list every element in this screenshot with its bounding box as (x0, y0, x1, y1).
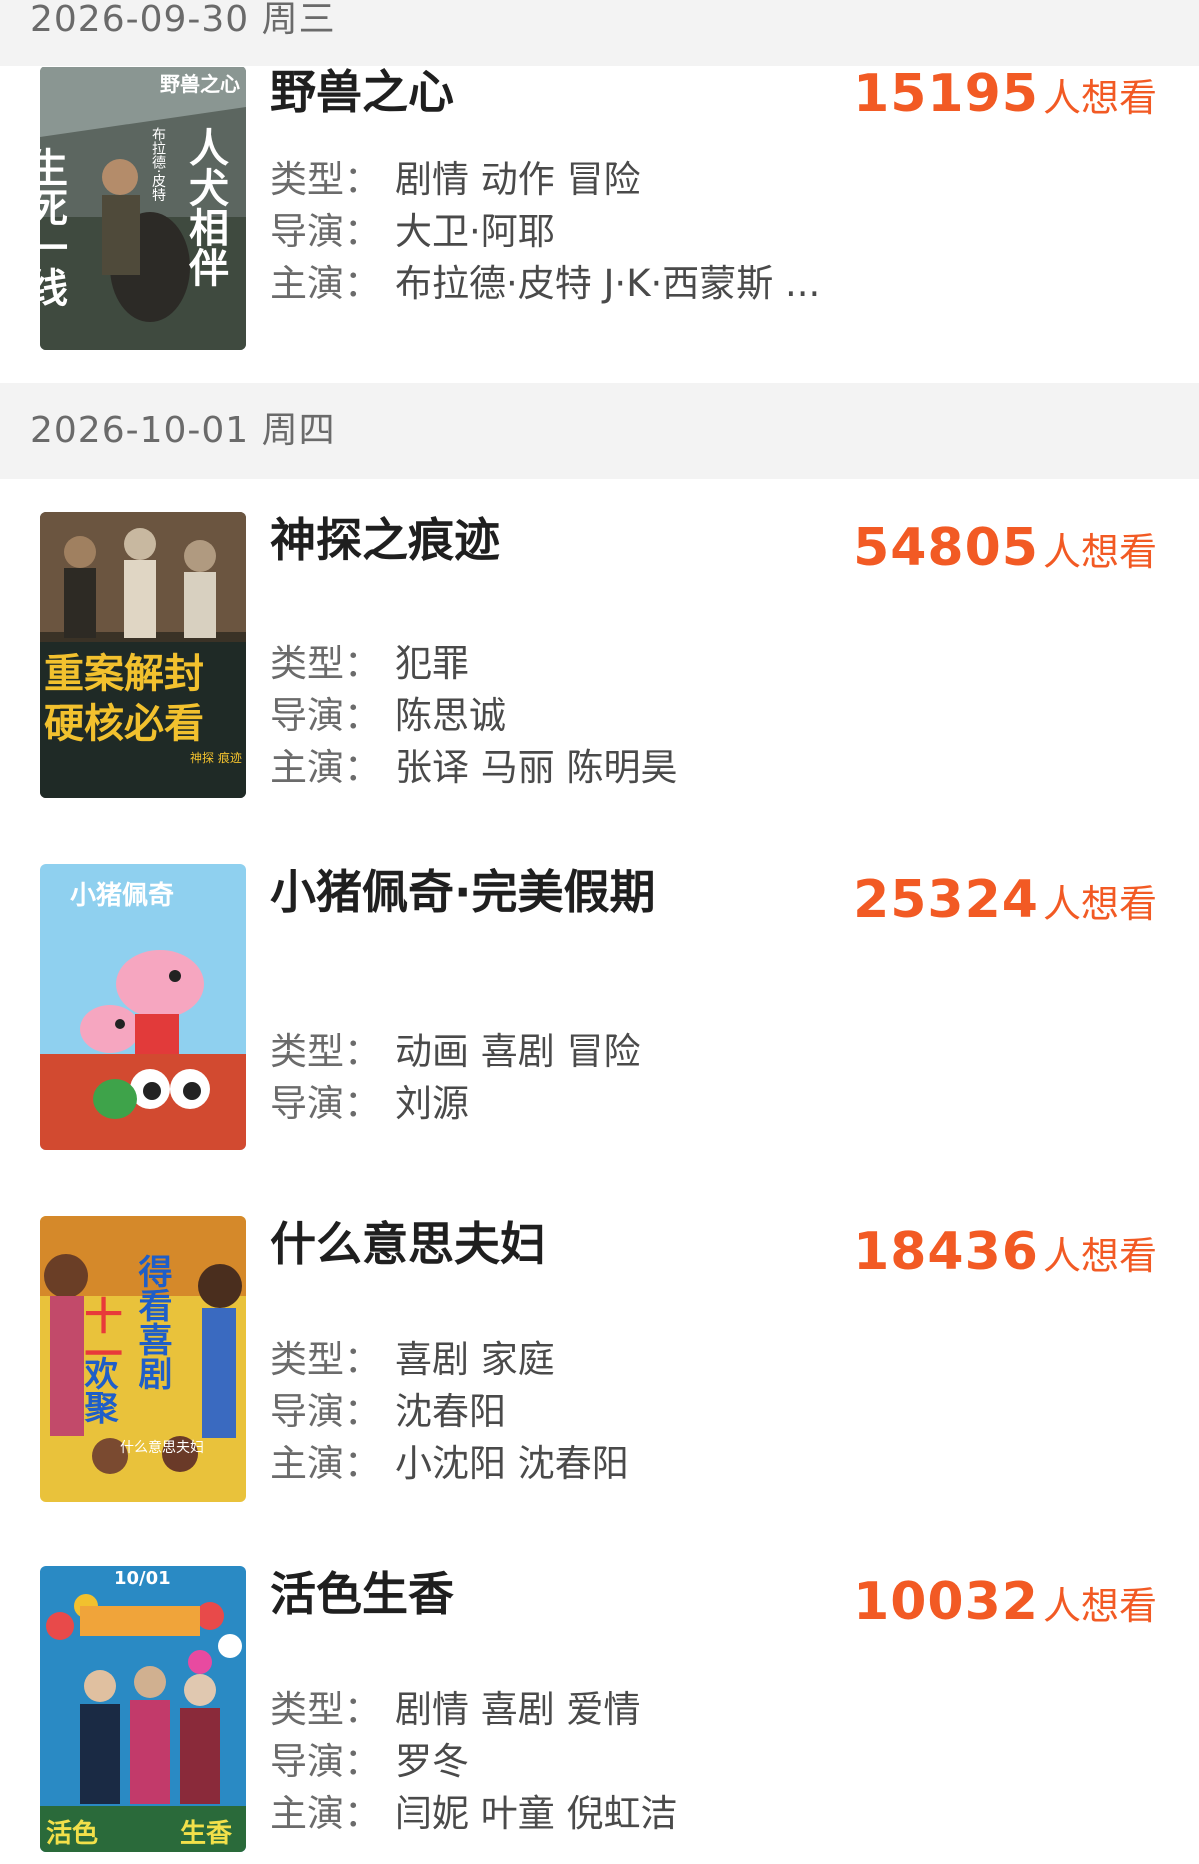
genre-line: 类型： 喜剧 家庭 (270, 1334, 555, 1386)
want-to-see-count: 25324 人想看 (853, 870, 1157, 930)
date-header: 2026-09-30 周三 (0, 0, 1199, 66)
cast-value: 张译 马丽 陈明昊 (395, 746, 678, 789)
director-label: 导演： (270, 1390, 381, 1433)
poster-logo-text: 小猪佩奇 (70, 881, 174, 911)
genre-label: 类型： (270, 1688, 381, 1731)
genre-label: 类型： (270, 1030, 381, 1073)
poster-image: 重案解封 硬核必看 神探 痕迹 (40, 512, 246, 798)
poster-title-text: 生死一线 (40, 147, 68, 307)
movie-poster[interactable]: 生死一线 人犬相伴 野兽之心 布拉德·皮特 (40, 66, 246, 350)
poster-logo-text: 神探 痕迹 (190, 750, 242, 765)
genre-label: 类型： (270, 158, 381, 201)
movie-title[interactable]: 什么意思夫妇 (270, 1216, 546, 1272)
genre-label: 类型： (270, 1338, 381, 1381)
date-label: 2026-10-01 周四 (30, 410, 336, 451)
poster-image: 小猪佩奇 (40, 864, 246, 1150)
genre-value: 剧情 喜剧 爱情 (395, 1688, 641, 1731)
want-count-label: 人想看 (1042, 76, 1157, 120)
cast-value: 闫妮 叶童 倪虹洁 (395, 1792, 678, 1835)
genre-line: 类型： 犯罪 (270, 638, 469, 690)
poster-logo-text: 野兽之心 (160, 72, 240, 96)
director-value: 沈春阳 (395, 1390, 506, 1433)
want-count-number: 10032 (853, 1572, 1039, 1632)
director-value: 刘源 (395, 1082, 469, 1125)
upcoming-movies-page: 2026-09-30 周三 生死一线 人犬相伴 野兽之心 布拉德·皮特 野兽之心… (0, 0, 1199, 1864)
director-value: 陈思诚 (395, 694, 506, 737)
date-label: 2026-09-30 周三 (30, 0, 336, 40)
movie-title[interactable]: 野兽之心 (270, 64, 454, 120)
poster-logo-text: 什么意思夫妇 (120, 1439, 204, 1456)
want-count-label: 人想看 (1042, 1584, 1157, 1628)
director-label: 导演： (270, 210, 381, 253)
poster-date-text: 10/01 (114, 1568, 171, 1589)
movie-title[interactable]: 神探之痕迹 (270, 512, 500, 568)
want-count-number: 15195 (853, 64, 1039, 124)
movie-title[interactable]: 活色生香 (270, 1566, 454, 1622)
genre-line: 类型： 剧情 喜剧 爱情 (270, 1684, 641, 1736)
movie-poster[interactable]: 小猪佩奇 (40, 864, 246, 1150)
movie-poster[interactable]: 重案解封 硬核必看 神探 痕迹 (40, 512, 246, 798)
director-line: 导演： 沈春阳 (270, 1386, 506, 1438)
director-label: 导演： (270, 1740, 381, 1783)
genre-value: 动画 喜剧 冒险 (395, 1030, 641, 1073)
cast-line: 主演： 小沈阳 沈春阳 (270, 1438, 629, 1490)
movie-poster[interactable]: 10/01 活色 生香 (40, 1566, 246, 1852)
cast-label: 主演： (270, 1792, 381, 1835)
genre-label: 类型： (270, 642, 381, 685)
genre-line: 类型： 动画 喜剧 冒险 (270, 1026, 641, 1078)
director-line: 导演： 大卫·阿耶 (270, 206, 555, 258)
poster-text-b: 生香 (180, 1819, 232, 1849)
want-count-label: 人想看 (1042, 530, 1157, 574)
genre-value: 犯罪 (395, 642, 469, 685)
want-to-see-count: 54805 人想看 (853, 518, 1157, 578)
cast-line: 主演： 布拉德·皮特 J·K·西蒙斯 ... (270, 258, 820, 310)
poster-text-c: 得看喜剧 (132, 1254, 173, 1390)
want-count-number: 25324 (853, 870, 1039, 930)
cast-value: 小沈阳 沈春阳 (395, 1442, 629, 1485)
genre-value: 喜剧 家庭 (395, 1338, 555, 1381)
director-line: 导演： 陈思诚 (270, 690, 506, 742)
poster-text-a: 活色 (46, 1818, 98, 1849)
movie-title[interactable]: 小猪佩奇·完美假期 (270, 864, 655, 920)
movie-poster[interactable]: 十一 欢聚 得看喜剧 什么意思夫妇 (40, 1216, 246, 1502)
director-label: 导演： (270, 1082, 381, 1125)
cast-value: 布拉德·皮特 J·K·西蒙斯 ... (395, 262, 821, 305)
poster-headline-text: 重案解封 (44, 651, 204, 697)
cast-label: 主演： (270, 746, 381, 789)
director-value: 大卫·阿耶 (395, 210, 555, 253)
movie-item[interactable]: 重案解封 硬核必看 神探 痕迹 神探之痕迹 54805 人想看 类型： 犯罪 导演：… (0, 512, 1199, 812)
movie-item[interactable]: 小猪佩奇 小猪佩奇·完美假期 25324 人想看 类型： 动画 喜剧 冒险 导演： 刘… (0, 864, 1199, 1164)
want-count-number: 54805 (853, 518, 1039, 578)
want-count-label: 人想看 (1042, 882, 1157, 926)
director-line: 导演： 刘源 (270, 1078, 469, 1130)
poster-tagline-text: 人犬相伴 (182, 127, 230, 287)
date-header: 2026-10-01 周四 (0, 383, 1199, 479)
want-to-see-count: 10032 人想看 (853, 1572, 1157, 1632)
cast-label: 主演： (270, 1442, 381, 1485)
poster-actor-text: 布拉德·皮特 (150, 127, 166, 202)
movie-item[interactable]: 生死一线 人犬相伴 野兽之心 布拉德·皮特 野兽之心 15195 人想看 类型： 剧… (0, 64, 1199, 366)
poster-tagline-text: 硬核必看 (44, 701, 204, 747)
director-value: 罗冬 (395, 1740, 469, 1783)
poster-image: 10/01 活色 生香 (40, 1566, 246, 1852)
director-line: 导演： 罗冬 (270, 1736, 469, 1788)
cast-line: 主演： 闫妮 叶童 倪虹洁 (270, 1788, 678, 1840)
genre-value: 剧情 动作 冒险 (395, 158, 641, 201)
want-to-see-count: 15195 人想看 (853, 64, 1157, 124)
cast-line: 主演： 张译 马丽 陈明昊 (270, 742, 678, 794)
want-count-label: 人想看 (1042, 1234, 1157, 1278)
want-count-number: 18436 (853, 1222, 1039, 1282)
want-to-see-count: 18436 人想看 (853, 1222, 1157, 1282)
movie-item[interactable]: 十一 欢聚 得看喜剧 什么意思夫妇 什么意思夫妇 18436 人想看 类型： 喜剧 … (0, 1216, 1199, 1516)
poster-image: 生死一线 人犬相伴 野兽之心 布拉德·皮特 (40, 67, 246, 350)
poster-image: 十一 欢聚 得看喜剧 什么意思夫妇 (40, 1216, 246, 1502)
poster-text-b: 欢聚 (78, 1356, 119, 1425)
movie-item[interactable]: 10/01 活色 生香 活色生香 10032 人想看 类型： 剧情 喜剧 爱情 导演… (0, 1566, 1199, 1864)
cast-label: 主演： (270, 262, 381, 305)
genre-line: 类型： 剧情 动作 冒险 (270, 154, 641, 206)
director-label: 导演： (270, 694, 381, 737)
